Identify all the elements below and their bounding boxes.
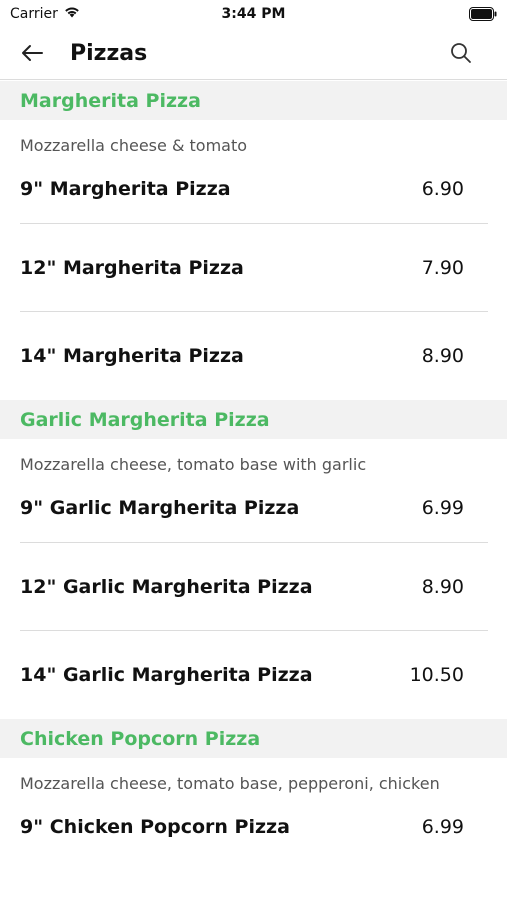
section-header: Garlic Margherita Pizza bbox=[0, 400, 507, 439]
menu-item[interactable]: 12" Margherita Pizza 7.90 bbox=[20, 224, 488, 312]
menu-item[interactable]: 9" Margherita Pizza 6.90 bbox=[20, 170, 488, 224]
item-name: 9" Margherita Pizza bbox=[20, 178, 231, 200]
item-price: 6.99 bbox=[421, 816, 464, 838]
item-name: 14" Margherita Pizza bbox=[20, 345, 244, 367]
item-price: 8.90 bbox=[421, 345, 464, 367]
status-time: 3:44 PM bbox=[221, 6, 286, 22]
item-name: 12" Garlic Margherita Pizza bbox=[20, 575, 313, 598]
menu-list: Margherita Pizza Mozzarella cheese & tom… bbox=[0, 81, 507, 862]
section-description: Mozzarella cheese, tomato base, pepperon… bbox=[20, 773, 440, 793]
item-price: 7.90 bbox=[421, 256, 464, 279]
battery-icon bbox=[469, 6, 497, 21]
section-title: Chicken Popcorn Pizza bbox=[20, 727, 261, 750]
section-title: Margherita Pizza bbox=[20, 89, 201, 112]
section-description: Mozzarella cheese & tomato bbox=[20, 135, 248, 155]
item-price: 6.90 bbox=[421, 178, 464, 200]
item-name: 14" Garlic Margherita Pizza bbox=[20, 664, 313, 686]
item-name: 12" Margherita Pizza bbox=[20, 256, 244, 279]
page-title: Pizzas bbox=[70, 41, 148, 66]
status-bar: Carrier 3:44 PM bbox=[0, 0, 507, 30]
menu-item[interactable]: 9" Garlic Margherita Pizza 6.99 bbox=[20, 489, 488, 543]
back-button[interactable] bbox=[16, 40, 48, 70]
item-name: 9" Garlic Margherita Pizza bbox=[20, 497, 300, 519]
menu-item[interactable]: 9" Chicken Popcorn Pizza 6.99 bbox=[20, 808, 488, 862]
section-description: Mozzarella cheese, tomato base with garl… bbox=[20, 454, 367, 474]
item-price: 8.90 bbox=[421, 575, 464, 598]
search-button[interactable] bbox=[445, 40, 477, 70]
section-header: Chicken Popcorn Pizza bbox=[0, 719, 507, 758]
menu-item[interactable]: 14" Margherita Pizza 8.90 bbox=[20, 312, 488, 400]
menu-item[interactable]: 14" Garlic Margherita Pizza 10.50 bbox=[20, 631, 488, 719]
section-header: Margherita Pizza bbox=[0, 81, 507, 120]
section-title: Garlic Margherita Pizza bbox=[20, 408, 270, 431]
nav-bar: Pizzas bbox=[0, 30, 507, 80]
item-price: 6.99 bbox=[421, 497, 464, 519]
search-icon bbox=[450, 42, 472, 68]
menu-item[interactable]: 12" Garlic Margherita Pizza 8.90 bbox=[20, 543, 488, 631]
item-name: 9" Chicken Popcorn Pizza bbox=[20, 816, 290, 838]
arrow-left-icon bbox=[20, 43, 44, 67]
item-price: 10.50 bbox=[409, 664, 464, 686]
